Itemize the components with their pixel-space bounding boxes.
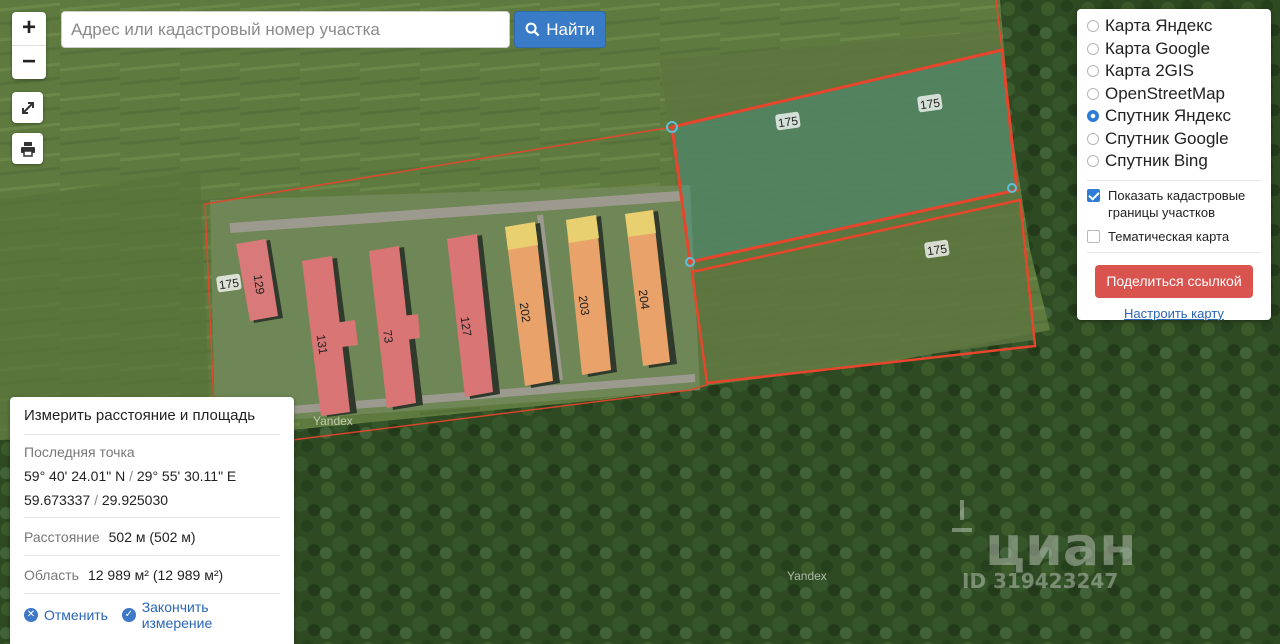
measure-panel: Измерить расстояние и площадь Последняя … bbox=[10, 397, 294, 644]
printer-icon bbox=[20, 141, 35, 157]
radio-button[interactable] bbox=[1087, 65, 1099, 78]
zoom-out-button[interactable]: − bbox=[12, 45, 46, 79]
distance-row: Расстояние 502 м (502 м) bbox=[24, 518, 280, 556]
distance-value: 502 м (502 м) bbox=[108, 528, 196, 545]
radio-button-selected[interactable] bbox=[1087, 110, 1099, 123]
cancel-measure-button[interactable]: ✕ Отменить bbox=[24, 607, 108, 623]
thematic-map-toggle[interactable]: Тематическая карта bbox=[1087, 228, 1261, 245]
close-icon: ✕ bbox=[24, 608, 38, 622]
parcel-label: 175 bbox=[775, 111, 801, 130]
last-point-block: Последняя точка 59° 40' 24.01" N / 29° 5… bbox=[24, 435, 280, 518]
print-button[interactable] bbox=[12, 133, 43, 164]
fullscreen-button[interactable] bbox=[12, 92, 43, 123]
svg-text:175: 175 bbox=[926, 242, 948, 259]
finish-measure-button[interactable]: ✓ Закончить измерение bbox=[121, 599, 280, 631]
configure-map-link[interactable]: Настроить карту bbox=[1087, 306, 1261, 321]
search-icon bbox=[525, 22, 540, 37]
layer-option-google-map[interactable]: Карта Google bbox=[1087, 38, 1261, 61]
checkbox-checked[interactable] bbox=[1087, 188, 1100, 202]
show-cadastral-toggle[interactable]: Показать кадастровые границы участков bbox=[1087, 187, 1261, 221]
building-label: 202 bbox=[517, 302, 534, 324]
dms-coordinates: 59° 40' 24.01" N / 29° 55' 30.11" E bbox=[24, 468, 237, 484]
radio-button[interactable] bbox=[1087, 20, 1099, 33]
layer-option-google-satellite[interactable]: Спутник Google bbox=[1087, 128, 1261, 151]
building-label: 129 bbox=[251, 274, 268, 296]
radio-button[interactable] bbox=[1087, 155, 1099, 168]
share-link-button[interactable]: Поделиться ссылкой bbox=[1095, 264, 1253, 298]
find-button-label: Найти bbox=[546, 19, 595, 39]
parcel-label: 175 bbox=[924, 239, 950, 258]
zoom-control: + − bbox=[12, 12, 46, 79]
radio-button[interactable] bbox=[1087, 132, 1099, 145]
building-label: 127 bbox=[458, 316, 475, 338]
find-button[interactable]: Найти bbox=[514, 11, 606, 48]
svg-text:175: 175 bbox=[919, 96, 941, 113]
yandex-watermark: Yandex bbox=[313, 414, 353, 428]
svg-text:175: 175 bbox=[777, 114, 799, 131]
parcel-label: 175 bbox=[216, 273, 242, 292]
measure-panel-title: Измерить расстояние и площадь bbox=[24, 397, 280, 435]
building-label: 203 bbox=[576, 295, 593, 317]
map-layers-panel: Карта Яндекс Карта Google Карта 2GIS Ope… bbox=[1077, 9, 1271, 321]
layer-option-2gis-map[interactable]: Карта 2GIS bbox=[1087, 60, 1261, 83]
yandex-watermark: Yandex bbox=[787, 569, 827, 583]
fullscreen-icon bbox=[21, 101, 34, 114]
divider bbox=[1087, 179, 1261, 181]
divider bbox=[1087, 251, 1261, 253]
layer-option-openstreetmap[interactable]: OpenStreetMap bbox=[1087, 83, 1261, 106]
building-label: 131 bbox=[314, 334, 331, 356]
check-icon: ✓ bbox=[121, 608, 136, 622]
address-search-input[interactable] bbox=[61, 11, 510, 48]
layer-option-bing-satellite[interactable]: Спутник Bing bbox=[1087, 150, 1261, 173]
distance-label: Расстояние bbox=[24, 528, 100, 545]
radio-button[interactable] bbox=[1087, 87, 1099, 100]
last-point-label: Последняя точка bbox=[24, 444, 135, 460]
svg-text:ID 319423247: ID 319423247 bbox=[962, 569, 1118, 593]
measure-actions: ✕ Отменить ✓ Закончить измерение bbox=[24, 594, 280, 636]
decimal-coordinates: 59.673337 / 29.925030 bbox=[24, 492, 169, 508]
area-label: Область bbox=[24, 566, 79, 583]
layer-option-yandex-satellite[interactable]: Спутник Яндекс bbox=[1087, 105, 1261, 128]
zoom-in-button[interactable]: + bbox=[12, 12, 46, 45]
area-row: Область 12 989 м² (12 989 м²) bbox=[24, 556, 280, 594]
parcel-label: 175 bbox=[917, 93, 943, 112]
area-value: 12 989 м² (12 989 м²) bbox=[87, 566, 224, 583]
building-label: 204 bbox=[636, 289, 653, 311]
svg-text:175: 175 bbox=[218, 276, 240, 293]
checkbox[interactable] bbox=[1087, 229, 1100, 243]
building-label: 73 bbox=[380, 329, 396, 344]
radio-button[interactable] bbox=[1087, 42, 1099, 55]
layer-option-yandex-map[interactable]: Карта Яндекс bbox=[1087, 15, 1261, 38]
